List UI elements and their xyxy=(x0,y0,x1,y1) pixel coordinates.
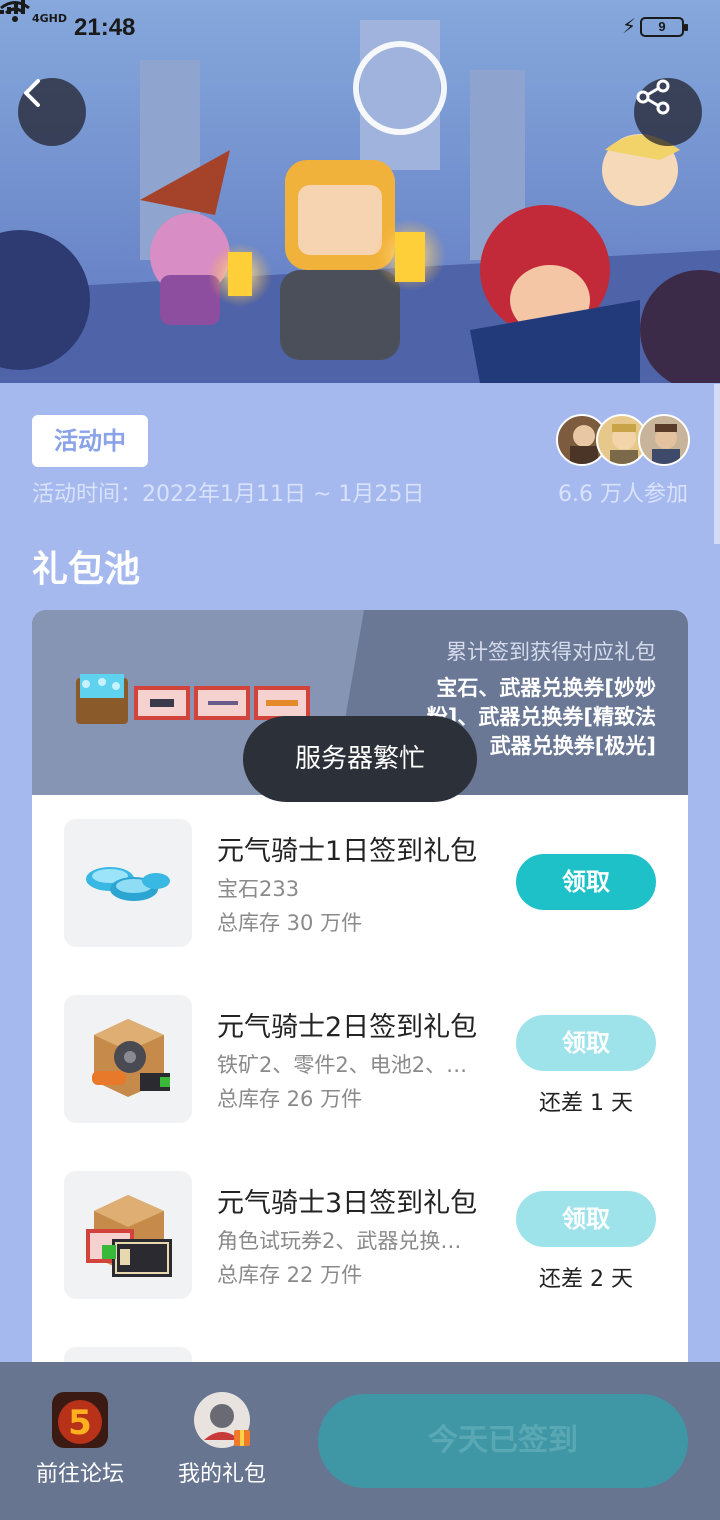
participant-avatars[interactable] xyxy=(556,414,690,468)
forum-link[interactable]: 5 前往论坛 xyxy=(25,1392,135,1488)
claim-button[interactable]: 领取 xyxy=(516,854,656,910)
network-type: 4GHD xyxy=(32,12,68,25)
chevron-left-icon xyxy=(24,79,40,107)
gift-thumbnail xyxy=(64,1171,192,1299)
gift-description: 铁矿2、零件2、电池2、… xyxy=(217,1053,468,1077)
gift-name: 元气骑士3日签到礼包 xyxy=(217,1188,478,1219)
sign-in-button[interactable]: 今天已签到 xyxy=(318,1394,688,1488)
voucher-box-icon xyxy=(86,1195,172,1277)
scrollbar[interactable] xyxy=(714,384,720,544)
gift-stock: 总库存 26 万件 xyxy=(217,1087,363,1111)
gift-item[interactable]: 元气骑士1日签到礼包 宝石233 总库存 30 万件 领取 xyxy=(32,819,688,949)
hero-banner: 4GHD 21:48 ⚡ 9 xyxy=(0,0,720,383)
gift-stock: 总库存 22 万件 xyxy=(217,1263,363,1287)
days-remaining: 还差 1 天 xyxy=(539,1091,633,1116)
charging-icon: ⚡ xyxy=(622,14,637,38)
claim-button[interactable]: 领取 xyxy=(516,1015,656,1071)
days-remaining: 还差 2 天 xyxy=(539,1267,633,1292)
bottom-action-bar: 5 前往论坛 我的礼包 今天已签到 xyxy=(0,1362,720,1520)
user-avatar-icon xyxy=(194,1392,250,1448)
forum-label: 前往论坛 xyxy=(35,1462,124,1487)
gift-pool-desc-line: 宝石、武器兑换券[妙妙 xyxy=(436,676,656,700)
svg-text:5: 5 xyxy=(68,1403,92,1443)
activity-status-badge: 活动中 xyxy=(32,415,148,467)
status-bar: 4GHD 21:48 ⚡ 9 xyxy=(0,0,720,56)
battery-indicator: 9 xyxy=(640,17,688,37)
gift-item[interactable]: 元气骑士3日签到礼包 角色试玩券2、武器兑换… 总库存 22 万件 领取 还差 … xyxy=(32,1171,688,1301)
share-icon xyxy=(636,79,670,115)
gift-name: 元气骑士1日签到礼包 xyxy=(217,836,478,867)
hero-artwork xyxy=(0,0,720,383)
my-gifts-label: 我的礼包 xyxy=(177,1462,266,1487)
wifi-icon xyxy=(0,1,30,22)
gift-description: 角色试玩券2、武器兑换… xyxy=(217,1229,462,1253)
section-title: 礼包池 xyxy=(32,549,141,590)
avatar xyxy=(638,414,690,466)
gift-name: 元气骑士2日签到礼包 xyxy=(217,1012,478,1043)
participant-count: 6.6 万人参加 xyxy=(558,482,688,507)
gift-pool-desc-title: 累计签到获得对应礼包 xyxy=(446,640,656,664)
clock: 21:48 xyxy=(74,14,136,41)
gift-thumbnail xyxy=(64,819,192,947)
materials-box-icon xyxy=(92,1019,170,1097)
back-button[interactable] xyxy=(18,78,86,146)
toast-message: 服务器繁忙 xyxy=(243,716,477,802)
share-button[interactable] xyxy=(634,78,702,146)
gift-stock: 总库存 30 万件 xyxy=(217,911,363,935)
gem-icon xyxy=(86,867,170,901)
activity-time: 活动时间：2022年1月11日 ~ 1月25日 xyxy=(32,482,425,507)
gift-thumbnail xyxy=(64,995,192,1123)
my-gifts-link[interactable]: 我的礼包 xyxy=(167,1392,277,1488)
gift-item[interactable]: 元气骑士2日签到礼包 铁矿2、零件2、电池2、… 总库存 26 万件 领取 还差… xyxy=(32,995,688,1125)
game-logo-icon: 5 xyxy=(52,1392,108,1448)
gift-description: 宝石233 xyxy=(217,877,300,901)
claim-button[interactable]: 领取 xyxy=(516,1191,656,1247)
